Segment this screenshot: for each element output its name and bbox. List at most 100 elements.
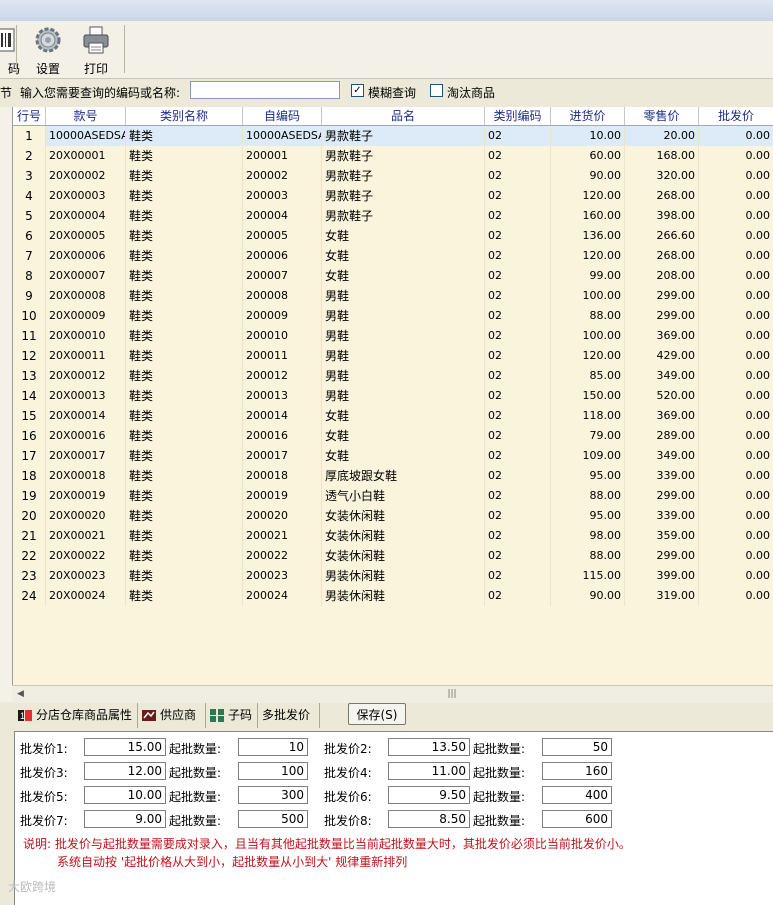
wholesale-price-field[interactable]: 15.00 [84,738,166,756]
table-cell: 90.00 [551,166,625,186]
column-header[interactable]: 批发价 [699,107,773,125]
column-header[interactable]: 款号 [46,107,126,125]
column-header[interactable]: 零售价 [625,107,699,125]
min-qty-field[interactable]: 160 [542,762,612,780]
table-row[interactable]: 17 20X00017 鞋类 200017 女鞋 02 109.00 349.00 0.00 [13,446,773,466]
table-cell: 200023 [243,566,322,586]
table-cell: 4 [13,186,46,206]
table-row[interactable]: 12 20X00011 鞋类 200011 男鞋 02 120.00 429.00 0.00 [13,346,773,366]
table-row[interactable]: 16 20X00016 鞋类 200016 女鞋 02 79.00 289.00 0.00 [13,426,773,446]
table-cell: 鞋类 [126,266,243,286]
table-cell: 透气小白鞋 [322,486,485,506]
min-qty-field[interactable]: 400 [542,786,612,804]
table-row[interactable]: 11 20X00010 鞋类 200010 男鞋 02 100.00 369.00 0.00 [13,326,773,346]
column-header[interactable]: 类别名称 [126,107,243,125]
tab-label: 供应商 [160,708,197,722]
table-cell: 398.00 [625,206,699,226]
min-qty-label: 起批数量: [169,814,222,828]
tab-subcode[interactable]: 子码 [206,703,258,728]
min-qty-field[interactable]: 500 [238,810,308,828]
table-cell: 200007 [243,266,322,286]
table-row[interactable]: 8 20X00007 鞋类 200007 女鞋 02 99.00 208.00 0.00 [13,266,773,286]
wholesale-price-field[interactable]: 12.00 [84,762,166,780]
min-qty-field[interactable]: 100 [238,762,308,780]
table-row[interactable]: 19 20X00019 鞋类 200019 透气小白鞋 02 88.00 299.00 0.00 [13,486,773,506]
table-row[interactable]: 2 20X00001 鞋类 200001 男款鞋子 02 60.00 168.00 0.00 [13,146,773,166]
table-cell: 20X00020 [46,506,126,526]
column-header[interactable]: 进货价 [551,107,625,125]
table-cell: 02 [485,206,551,226]
table-cell: 鞋类 [126,506,243,526]
product-grid[interactable]: 行号款号类别名称自编码品名类别编码进货价零售价批发价 110000ASEDSAD… [12,107,773,685]
min-qty-field[interactable]: 10 [238,738,308,756]
search-input[interactable] [190,81,340,99]
table-cell: 120.00 [551,186,625,206]
table-row[interactable]: 7 20X00006 鞋类 200006 女鞋 02 120.00 268.00 0.00 [13,246,773,266]
table-row[interactable]: 5 20X00004 鞋类 200004 男款鞋子 02 160.00 398.00 0.00 [13,206,773,226]
table-cell: 20X00016 [46,426,126,446]
wholesale-price-field[interactable]: 10.00 [84,786,166,804]
table-cell: 0.00 [699,206,773,226]
table-row[interactable]: 6 20X00005 鞋类 200005 女鞋 02 136.00 266.60 0.00 [13,226,773,246]
min-qty-field[interactable]: 50 [542,738,612,756]
table-row[interactable]: 3 20X00002 鞋类 200002 男款鞋子 02 90.00 320.00 0.00 [13,166,773,186]
table-row[interactable]: 23 20X00023 鞋类 200023 男装休闲鞋 02 115.00 399.00 0.0… [13,566,773,586]
table-cell: 鞋类 [126,466,243,486]
table-row[interactable]: 9 20X00008 鞋类 200008 男鞋 02 100.00 299.00 0.00 [13,286,773,306]
tab-store-attributes[interactable]: 1 分店仓库商品属性 [14,703,138,728]
table-row[interactable]: 10 20X00009 鞋类 200009 男鞋 02 88.00 299.00 0.00 [13,306,773,326]
min-qty-field[interactable]: 300 [238,786,308,804]
table-row[interactable]: 4 20X00003 鞋类 200003 男款鞋子 02 120.00 268.00 0.00 [13,186,773,206]
table-cell: 88.00 [551,306,625,326]
table-cell: 20X00017 [46,446,126,466]
table-cell: 208.00 [625,266,699,286]
wholesale-price-field[interactable]: 9.00 [84,810,166,828]
table-cell: 60.00 [551,146,625,166]
column-header[interactable]: 品名 [322,107,485,125]
barcode-button[interactable]: 码 [0,25,24,76]
table-cell: 20X00022 [46,546,126,566]
table-row[interactable]: 22 20X00022 鞋类 200022 女装休闲鞋 02 88.00 299.00 0.00 [13,546,773,566]
print-button[interactable]: 打印 [74,25,118,76]
table-cell: 349.00 [625,366,699,386]
wholesale-price-field[interactable]: 8.50 [388,810,470,828]
table-cell: 鞋类 [126,206,243,226]
wholesale-price-label: 批发价3: [20,766,68,780]
table-row[interactable]: 18 20X00018 鞋类 200018 厚底坡跟女鞋 02 95.00 339.00 0.0… [13,466,773,486]
table-row[interactable]: 21 20X00021 鞋类 200021 女装休闲鞋 02 98.00 359.00 0.00 [13,526,773,546]
wholesale-price-field[interactable]: 13.50 [388,738,470,756]
column-header[interactable]: 自编码 [243,107,322,125]
min-qty-field[interactable]: 600 [542,810,612,828]
tab-supplier[interactable]: 供应商 [138,703,206,728]
obsolete-checkbox[interactable] [430,84,443,97]
scroll-left-icon[interactable]: ◀ [14,687,27,701]
table-row[interactable]: 15 20X00014 鞋类 200014 女鞋 02 118.00 369.00 0.00 [13,406,773,426]
table-row[interactable]: 13 20X00012 鞋类 200012 男鞋 02 85.00 349.00 0.00 [13,366,773,386]
table-cell: 02 [485,146,551,166]
tab-multi-wholesale[interactable]: 多批发价 [258,703,320,728]
table-row[interactable]: 14 20X00013 鞋类 200013 男鞋 02 150.00 520.00 0.00 [13,386,773,406]
horizontal-scrollbar[interactable]: ◀ ||| [12,685,773,703]
table-cell: 299.00 [625,546,699,566]
wholesale-panel: 批发价1: 15.00 起批数量: 10 批发价2: 13.50 起批数量: 50 批发价3: 1… [14,731,773,905]
table-row[interactable]: 110000ASEDSADS鞋类10000ASEDSADS男款鞋子0210.00… [13,126,773,146]
table-cell: 鞋类 [126,346,243,366]
column-header[interactable]: 行号 [13,107,46,125]
fuzzy-checkbox[interactable]: ✓ [351,84,364,97]
settings-label: 设置 [35,62,60,76]
tab-label: 分店仓库商品属性 [36,708,133,722]
column-header[interactable]: 类别编码 [485,107,551,125]
table-cell: 男款鞋子 [322,206,485,226]
note-line-1: 说明: 批发价与起批数量需要成对录入，且当有其他起批数量比当前起批数量大时，其批… [23,837,631,851]
table-cell: 136.00 [551,226,625,246]
scroll-grip-icon[interactable]: ||| [442,688,462,700]
table-cell: 02 [485,126,551,146]
table-cell: 男款鞋子 [322,166,485,186]
settings-button[interactable]: 设置 [26,25,70,76]
wholesale-price-field[interactable]: 11.00 [388,762,470,780]
table-row[interactable]: 20 20X00020 鞋类 200020 女装休闲鞋 02 95.00 339.00 0.00 [13,506,773,526]
save-button[interactable]: 保存(S) [348,703,406,725]
table-row[interactable]: 24 20X00024 鞋类 200024 男装休闲鞋 02 90.00 319.00 0.00 [13,586,773,606]
table-cell: 0.00 [699,246,773,266]
wholesale-price-field[interactable]: 9.50 [388,786,470,804]
